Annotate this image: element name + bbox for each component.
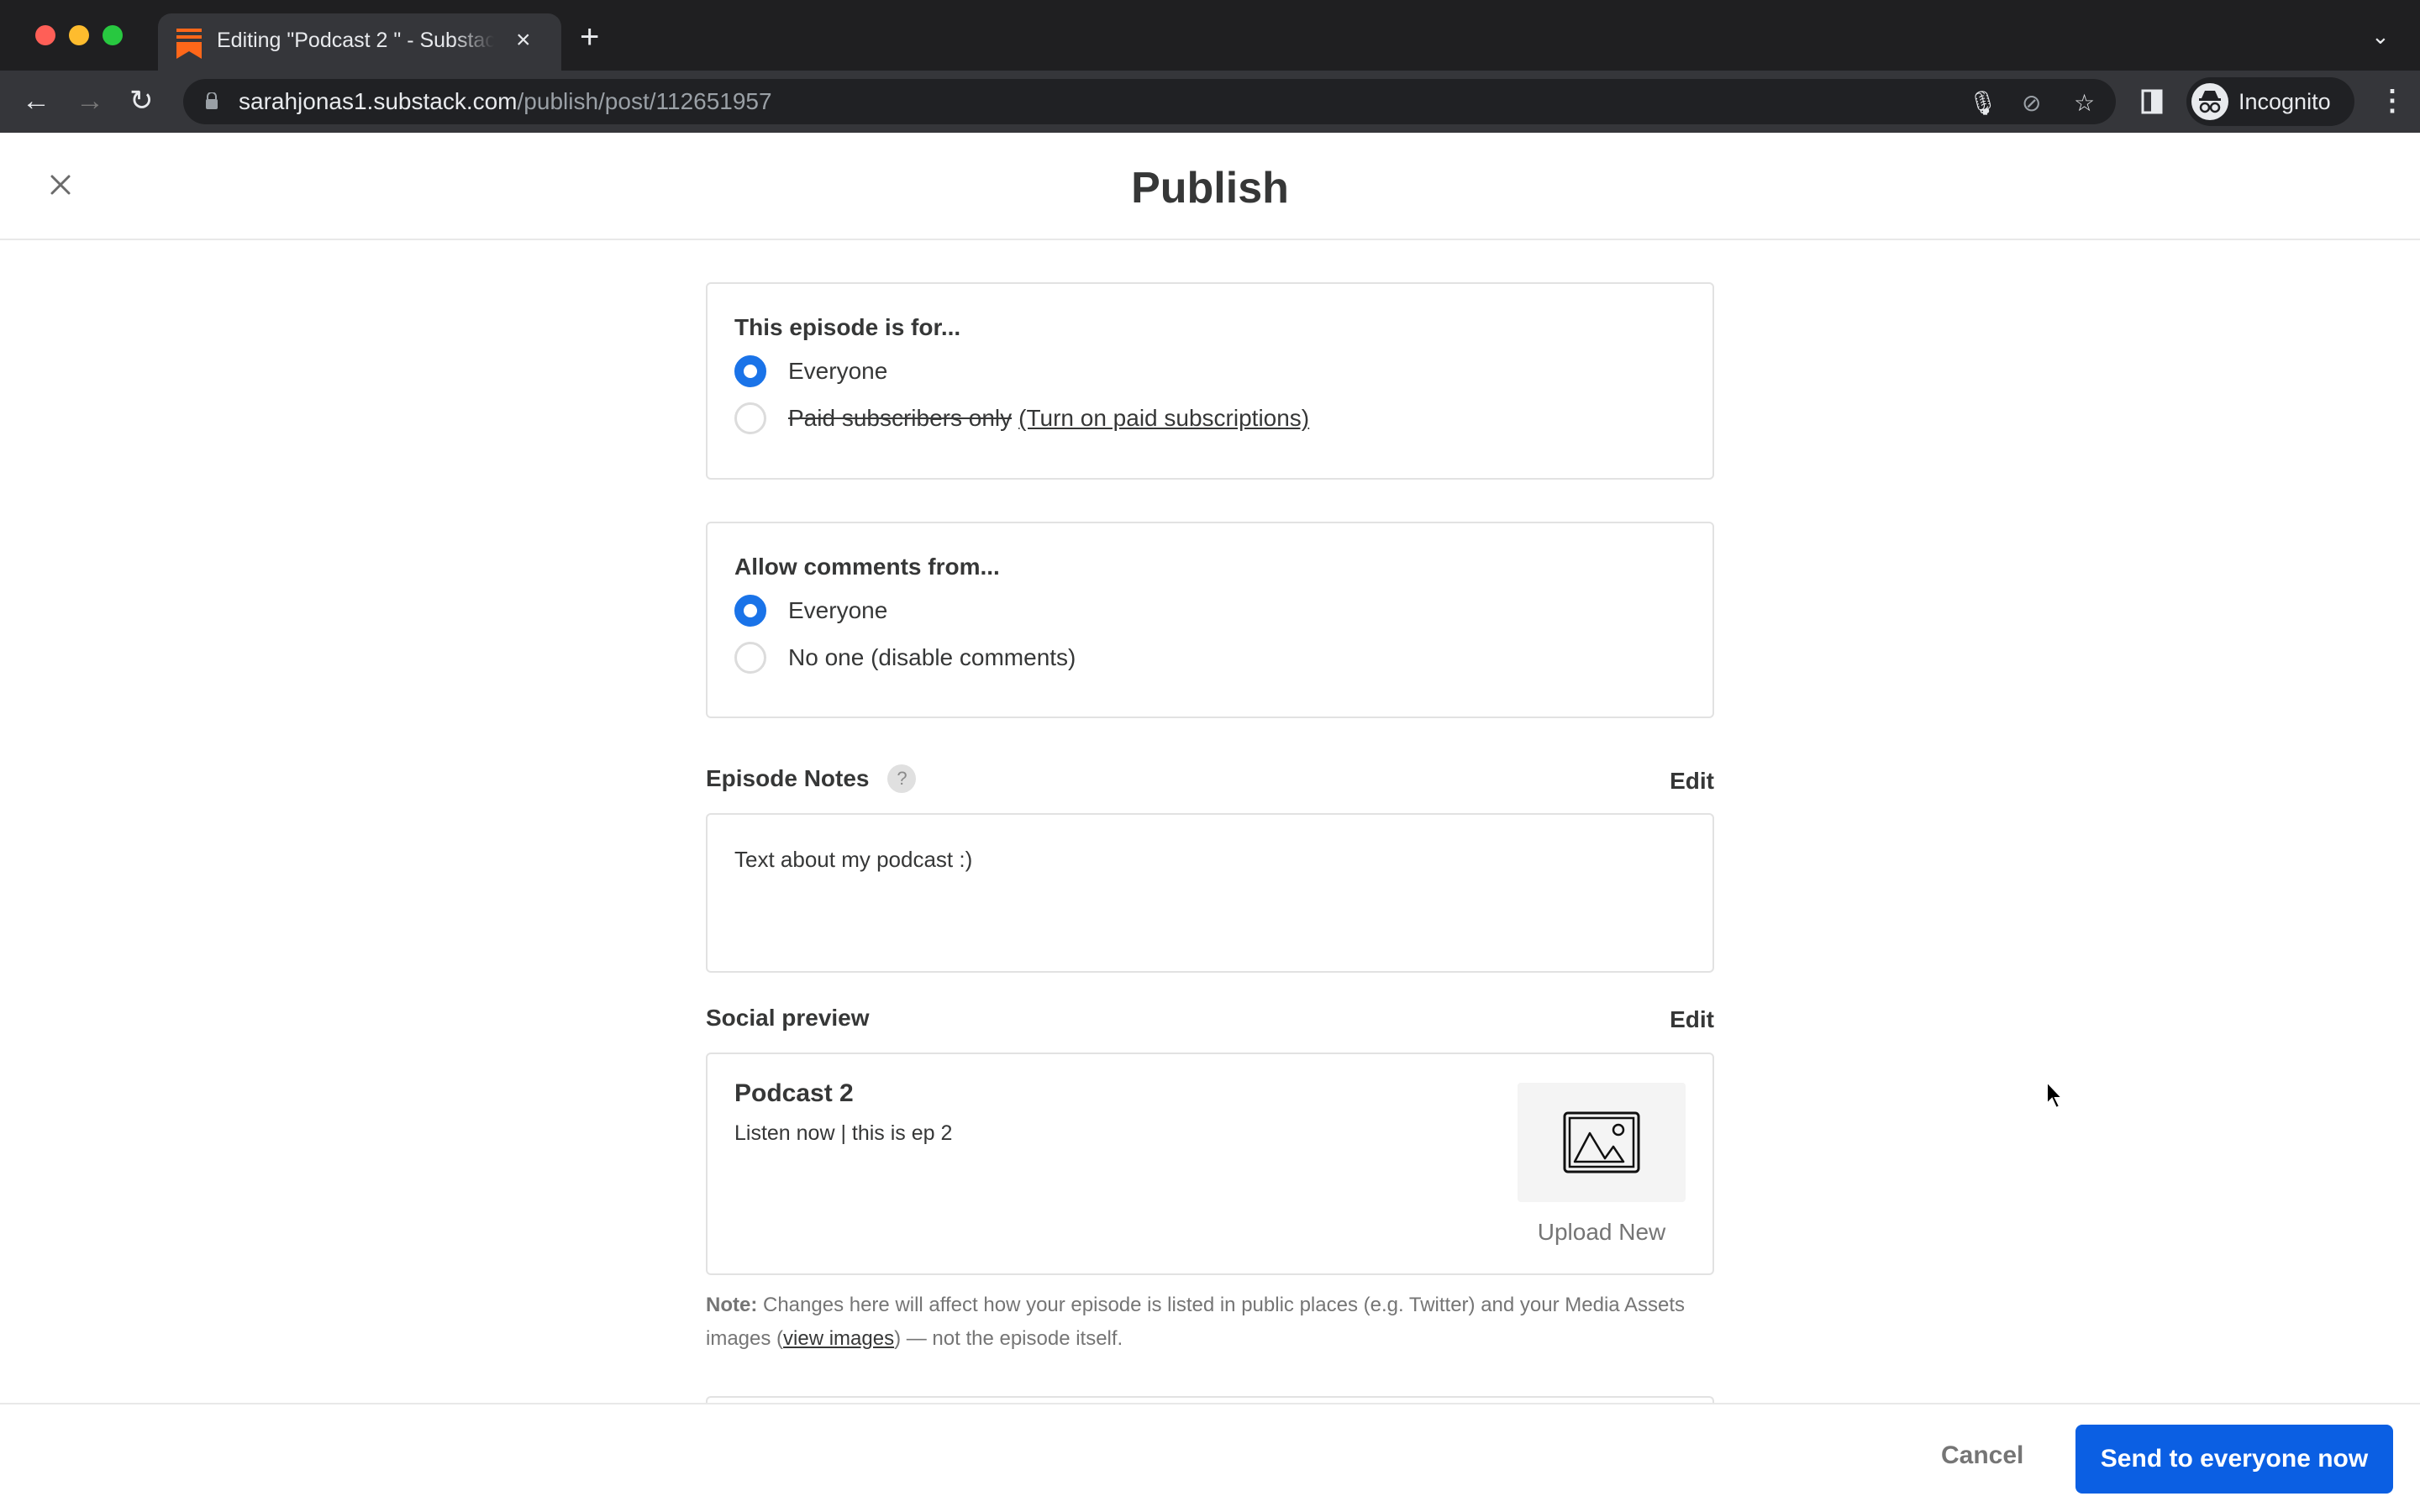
view-images-link[interactable]: view images — [783, 1327, 894, 1350]
episode-notes-text: Text about my podcast :) — [734, 847, 973, 872]
substack-favicon-icon — [176, 29, 202, 59]
radio-label: Everyone — [788, 358, 888, 384]
microphone-icon[interactable]: 🎙︎ — [1968, 89, 1998, 117]
comments-option-everyone[interactable]: Everyone — [734, 592, 887, 629]
incognito-profile-button[interactable]: Incognito — [2186, 77, 2354, 126]
reload-icon[interactable]: ↻ — [129, 82, 154, 119]
radio-checked[interactable] — [734, 595, 766, 627]
star-icon[interactable]: ☆ — [2074, 89, 2095, 117]
audience-title: This episode is for... — [734, 314, 961, 340]
radio-unchecked[interactable] — [734, 642, 766, 674]
episode-notes-heading: Episode Notes — [706, 765, 870, 791]
forward-icon[interactable]: → — [76, 82, 104, 119]
comments-option-no-one[interactable]: No one (disable comments) — [734, 639, 1076, 676]
episode-notes-label: Episode Notes ? — [706, 764, 917, 793]
preview-image-placeholder[interactable] — [1518, 1083, 1686, 1202]
radio-label: No one (disable comments) — [788, 644, 1076, 670]
comments-card: Allow comments from... Everyone No one (… — [706, 522, 1714, 718]
maximize-window-button[interactable] — [103, 25, 123, 45]
preview-subtitle: Listen now | this is ep 2 — [734, 1121, 953, 1145]
lock-icon — [206, 92, 218, 109]
mouse-cursor-icon — [2046, 1080, 2065, 1110]
new-tab-button[interactable]: + — [580, 20, 599, 54]
social-preview-card: Podcast 2 Listen now | this is ep 2 Uplo… — [706, 1053, 1714, 1275]
social-preview-heading: Social preview — [706, 1005, 870, 1031]
publish-page: Publish This episode is for... Everyone … — [0, 133, 2420, 1512]
minimize-window-button[interactable] — [69, 25, 89, 45]
tab-strip: Editing "Podcast 2 " - Substack × + ⌄ — [0, 0, 2420, 71]
address-bar[interactable]: sarahjonas1.substack.com/publish/post/11… — [183, 79, 2116, 124]
note-text-end: ) — not the episode itself. — [894, 1327, 1123, 1350]
radio-checked[interactable] — [734, 355, 766, 387]
publish-footer: Cancel Send to everyone now — [0, 1403, 2420, 1512]
audience-card: This episode is for... Everyone Paid sub… — [706, 282, 1714, 480]
radio-unchecked[interactable] — [734, 402, 766, 434]
profile-label: Incognito — [2238, 89, 2331, 114]
url-text: sarahjonas1.substack.com/publish/post/11… — [239, 88, 772, 114]
browser-tab[interactable]: Editing "Podcast 2 " - Substack × — [158, 13, 561, 71]
browser-toolbar: ← → ↻ sarahjonas1.substack.com/publish/p… — [0, 71, 2420, 133]
social-preview-edit-button[interactable]: Edit — [1670, 1006, 1714, 1033]
back-icon[interactable]: ← — [22, 82, 50, 119]
incognito-icon — [2191, 83, 2228, 120]
preview-title: Podcast 2 — [734, 1079, 854, 1107]
tab-close-icon[interactable]: × — [516, 25, 531, 55]
social-preview-note: Note: Changes here will affect how your … — [706, 1289, 1714, 1356]
note-prefix: Note: — [706, 1294, 758, 1316]
upload-new-button[interactable]: Upload New — [1518, 1219, 1686, 1246]
tab-title: Editing "Podcast 2 " - Substack — [217, 29, 494, 52]
audience-option-paid[interactable]: Paid subscribers only (Turn on paid subs… — [734, 400, 1309, 437]
radio-label: Everyone — [788, 597, 888, 623]
eye-off-icon[interactable]: ⊘ — [2022, 89, 2041, 117]
sidebar-icon[interactable] — [2141, 89, 2163, 114]
audience-option-everyone[interactable]: Everyone — [734, 353, 887, 390]
turn-on-paid-link[interactable]: (Turn on paid subscriptions) — [1018, 405, 1309, 432]
browser-chrome: Editing "Podcast 2 " - Substack × + ⌄ ← … — [0, 0, 2420, 133]
episode-notes-box[interactable]: Text about my podcast :) — [706, 813, 1714, 973]
tab-search-chevron-icon[interactable]: ⌄ — [2371, 24, 2390, 50]
help-icon[interactable]: ? — [887, 764, 917, 793]
page-title: Publish — [1131, 164, 1289, 213]
send-to-everyone-button[interactable]: Send to everyone now — [2075, 1425, 2393, 1494]
close-window-button[interactable] — [35, 25, 55, 45]
episode-notes-edit-button[interactable]: Edit — [1670, 768, 1714, 795]
social-preview-label: Social preview — [706, 1005, 870, 1032]
publish-header: Publish — [0, 133, 2420, 240]
kebab-menu-icon[interactable]: ⋮ — [2378, 84, 2407, 118]
cancel-button[interactable]: Cancel — [1941, 1441, 2023, 1470]
comments-title: Allow comments from... — [734, 554, 1000, 580]
image-icon — [1563, 1111, 1640, 1173]
radio-label: Paid subscribers only — [788, 405, 1013, 431]
